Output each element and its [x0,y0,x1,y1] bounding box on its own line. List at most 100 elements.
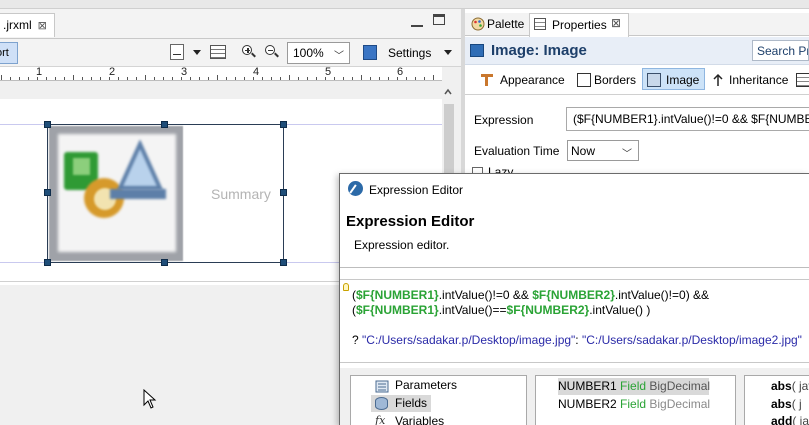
image-icon [647,73,661,87]
tab-palette[interactable]: Palette [465,13,531,36]
minimize-icon[interactable] [411,15,423,27]
resize-handle[interactable] [280,121,287,128]
list-item[interactable]: add( jav [771,414,809,425]
resize-handle[interactable] [44,189,51,196]
inheritance-icon [713,73,723,86]
ruler-tick [109,77,110,80]
variables-icon: fx [375,414,386,425]
resize-handle[interactable] [44,259,51,266]
ruler-tick [433,75,434,80]
evaluation-time-value: Now [571,144,596,158]
ruler-tick [136,77,137,80]
chevron-down-icon: ﹀ [622,149,632,160]
ruler-tick [226,77,227,80]
close-icon[interactable]: ⊠ [38,20,47,32]
editor-tab-bar [0,9,461,39]
functions-list[interactable]: abs( jav abs( j add( jav [744,375,809,425]
ruler-tick [235,77,236,80]
ruler-tick [73,75,74,80]
resize-handle[interactable] [161,121,168,128]
ruler-tick [199,77,200,80]
appearance-icon [481,74,493,86]
maximize-icon[interactable] [433,14,445,25]
chevron-down-icon: ﹀ [334,51,344,62]
tab-borders[interactable]: Borders [594,69,636,91]
list-item[interactable]: NUMBER1 Field BigDecimal [558,379,710,393]
ruler-tick [64,77,65,80]
category-parameters[interactable]: Parameters [395,378,457,392]
list-item[interactable]: NUMBER2 Field BigDecimal [558,397,710,411]
dialog-title: Expression Editor [369,183,464,197]
lightbulb-icon[interactable] [343,283,349,291]
ruler-tick [145,75,146,80]
properties-title: Image: Image [491,42,587,59]
ruler-tick [316,77,317,80]
ruler-tick [181,77,182,80]
expression-field[interactable]: ($F{NUMBER1}.intValue()!=0 && $F{NUMBER [566,107,809,131]
list-item[interactable]: abs( j [771,397,802,411]
close-icon[interactable]: ⊠ [611,16,621,30]
settings-button[interactable]: Settings [388,46,431,60]
category-fields[interactable]: Fields [395,396,427,410]
ruler-tick [406,77,407,80]
ruler-tick [118,77,119,80]
chevron-down-icon[interactable] [444,50,452,55]
editor-tab[interactable]: .jrxml ⊠ [0,13,55,37]
list-item[interactable]: abs( jav [771,379,809,393]
ruler-tick [334,77,335,80]
resize-handle[interactable] [161,259,168,266]
ruler-tick [91,77,92,80]
borders-icon [577,73,591,87]
zoom-in-icon[interactable] [242,45,256,59]
resize-handle[interactable] [44,121,51,128]
ruler-tick [172,77,173,80]
ruler-tick [271,77,272,80]
ruler-tick [388,77,389,80]
evaluation-time-label: Evaluation Time [474,144,560,158]
evaluation-time-select[interactable]: Now ﹀ [567,140,639,161]
report-button[interactable]: ort [0,42,18,64]
scroll-up-icon[interactable] [444,88,452,96]
categories-list[interactable]: Parameters Fields fx Variables [350,375,527,425]
ruler-tick [82,77,83,80]
ruler-tick [379,77,380,80]
tab-image[interactable]: Image [666,69,699,91]
grid-icon[interactable] [170,44,184,60]
ruler-tick [244,77,245,80]
ruler-tick [370,77,371,80]
zoom-out-icon[interactable] [265,45,279,59]
ruler-tick [325,77,326,80]
report-button-label: ort [0,47,9,59]
resize-handle[interactable] [280,189,287,196]
ruler-tick [127,77,128,80]
ruler-tick [1,75,2,80]
ruler-tick [28,77,29,80]
tab-appearance[interactable]: Appearance [500,69,565,91]
category-variables[interactable]: Variables [395,414,444,425]
ruler-tick [397,77,398,80]
dialog-heading: Expression Editor [346,213,475,230]
expression-line: ($F{NUMBER1}.intValue()!=0 && $F{NUMBER2… [352,288,710,302]
jaspersoft-icon [348,181,363,196]
band-name-label: Summary [211,186,271,202]
more-tabs-icon[interactable] [796,73,809,87]
settings-icon[interactable] [363,45,377,60]
ruler-tick [352,77,353,80]
fields-list[interactable]: NUMBER1 Field BigDecimal NUMBER2 Field B… [535,375,736,425]
chevron-down-icon[interactable] [193,50,201,55]
image-icon [470,44,484,57]
ruler-tick [37,77,38,80]
expression-line: ? "C:/Users/sadakar.p/Desktop/image.jpg"… [352,333,802,347]
tab-inheritance[interactable]: Inheritance [729,69,788,91]
search-properties-input[interactable]: Search Pro [752,40,809,61]
layout-icon[interactable] [210,45,226,59]
editor-tab-label: .jrxml [3,18,32,32]
mouse-cursor-icon [143,389,157,409]
vertical-scrollbar-thumb[interactable] [444,104,454,174]
ruler-tick [10,77,11,80]
ruler-tick [298,77,299,80]
resize-handle[interactable] [280,259,287,266]
ruler-tick [415,77,416,80]
zoom-select[interactable]: 100% ﹀ [287,42,350,64]
window-top-strip [0,0,809,9]
